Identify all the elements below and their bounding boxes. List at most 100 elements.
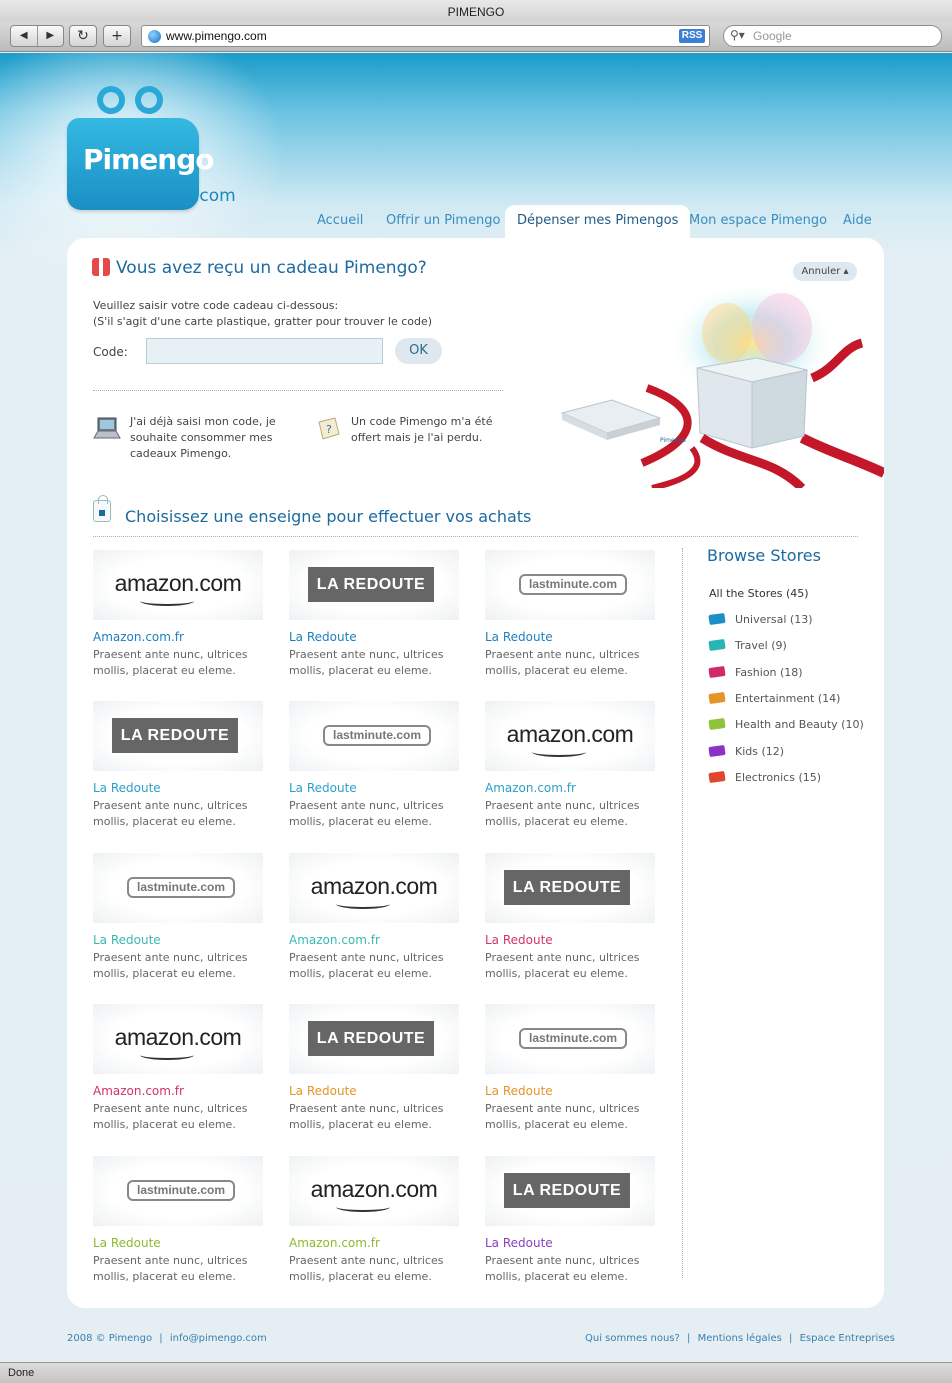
sidebar-category[interactable]: Fashion (18) [708,665,803,679]
store-name-link[interactable]: La Redoute [485,933,655,947]
history-buttons: ◀ ▶ [10,25,64,47]
lastminute-logo: lastminute.com [127,877,235,898]
store-name-link[interactable]: Amazon.com.fr [485,781,655,795]
code-input[interactable] [146,338,383,364]
store-logo-lastminute[interactable]: lastminute.com [93,1156,263,1226]
add-bookmark-icon[interactable]: + [103,25,131,47]
redoute-logo: LA REDOUTE [504,1173,630,1208]
store-tile[interactable]: lastminute.com La Redoute Praesent ante nu… [289,701,459,830]
sidebar-divider [682,548,683,1278]
code-label: Code: [93,345,128,359]
search-input[interactable]: ⚲▾ Google [723,25,942,47]
store-name-link[interactable]: Amazon.com.fr [289,1236,459,1250]
store-description: Praesent ante nunc, ultrices mollis, plac… [93,951,248,980]
amazon-smile-icon [532,747,586,757]
nav-accueil[interactable]: Accueil [317,213,363,228]
store-tile[interactable]: lastminute.com La Redoute Praesent ante nu… [93,853,263,982]
store-tile[interactable]: amazon.com Amazon.com.fr Praesent ante nun… [289,853,459,982]
rss-button[interactable]: RSS [679,29,705,43]
amazon-logo: amazon.com [289,873,459,909]
store-description: Praesent ante nunc, ultrices mollis, plac… [485,951,640,980]
nav-depenser[interactable]: Dépenser mes Pimengos [505,205,691,240]
store-tile[interactable]: lastminute.com La Redoute Praesent ante nu… [93,1156,263,1285]
annuler-button[interactable]: Annuler ▴ [793,262,857,281]
store-logo-amazon[interactable]: amazon.com [93,550,263,620]
store-logo-redoute[interactable]: LA REDOUTE [485,1156,655,1226]
ok-button[interactable]: OK [395,338,442,364]
store-name-link[interactable]: Amazon.com.fr [93,1084,263,1098]
store-name-link[interactable]: La Redoute [93,933,263,947]
store-logo-lastminute[interactable]: lastminute.com [93,853,263,923]
store-logo-lastminute[interactable]: lastminute.com [485,1004,655,1074]
store-logo-lastminute[interactable]: lastminute.com [289,701,459,771]
store-logo-redoute[interactable]: LA REDOUTE [289,550,459,620]
footer-link-legal[interactable]: Mentions légales [698,1333,782,1344]
store-name-link[interactable]: La Redoute [485,1236,655,1250]
address-bar[interactable]: www.pimengo.com RSS [141,25,710,47]
store-description: Praesent ante nunc, ultrices mollis, plac… [289,799,444,828]
url-text[interactable]: www.pimengo.com [166,29,267,43]
store-name-link[interactable]: La Redoute [289,630,459,644]
store-name-link[interactable]: La Redoute [93,1236,263,1250]
store-logo-amazon[interactable]: amazon.com [289,1156,459,1226]
back-icon[interactable]: ◀ [11,26,38,46]
store-tile[interactable]: amazon.com Amazon.com.fr Praesent ante nun… [485,701,655,830]
store-name-link[interactable]: La Redoute [289,781,459,795]
footer-link-business[interactable]: Espace Entreprises [800,1333,895,1344]
sidebar-category[interactable]: Health and Beauty (10) [708,718,864,731]
store-tile[interactable]: lastminute.com La Redoute Praesent ante nu… [485,550,655,679]
store-tile[interactable]: LA REDOUTE La Redoute Praesent ante nunc, … [93,701,263,830]
store-tile[interactable]: LA REDOUTE La Redoute Praesent ante nunc, … [485,1156,655,1285]
store-tile[interactable]: amazon.com Amazon.com.fr Praesent ante nun… [93,1004,263,1133]
sidebar-category[interactable]: Universal (13) [708,612,812,626]
store-tile[interactable]: amazon.com Amazon.com.fr Praesent ante nun… [93,550,263,679]
store-description: Praesent ante nunc, ultrices mollis, plac… [93,1102,248,1131]
footer-link-about[interactable]: Qui sommes nous? [585,1333,680,1344]
amazon-smile-icon [336,1202,390,1212]
store-logo-amazon[interactable]: amazon.com [93,1004,263,1074]
sidebar-category[interactable]: Electronics (15) [708,770,821,784]
store-tile[interactable]: LA REDOUTE La Redoute Praesent ante nunc, … [485,853,655,982]
store-logo-redoute[interactable]: LA REDOUTE [93,701,263,771]
amazon-logo: amazon.com [93,1024,263,1060]
store-name-link[interactable]: La Redoute [485,630,655,644]
svg-text:?: ? [326,423,332,436]
sidebar-item-all[interactable]: All the Stores (45) [709,587,809,600]
sidebar-category[interactable]: Entertainment (14) [708,691,840,705]
store-tile[interactable]: LA REDOUTE La Redoute Praesent ante nunc, … [289,550,459,679]
store-logo-amazon[interactable]: amazon.com [289,853,459,923]
nav-aide[interactable]: Aide [843,213,872,228]
option-lost-code[interactable]: Un code Pimengo m'a été offert mais je l… [351,414,492,446]
store-description: Praesent ante nunc, ultrices mollis, plac… [93,1254,248,1283]
amazon-smile-icon [140,596,194,606]
amazon-logo: amazon.com [93,570,263,606]
store-logo-redoute[interactable]: LA REDOUTE [289,1004,459,1074]
store-name-link[interactable]: Amazon.com.fr [289,933,459,947]
shopping-bag-icon [93,495,111,522]
store-name-link[interactable]: La Redoute [289,1084,459,1098]
footer-email-link[interactable]: info@pimengo.com [170,1333,267,1344]
store-logo-amazon[interactable]: amazon.com [485,701,655,771]
forward-icon[interactable]: ▶ [38,26,64,46]
option-consume[interactable]: J'ai déjà saisi mon code, je souhaite co… [130,414,276,462]
nav-mon-espace[interactable]: Mon espace Pimengo [689,213,827,228]
lastminute-logo: lastminute.com [323,725,431,746]
store-name-link[interactable]: La Redoute [93,781,263,795]
amazon-logo: amazon.com [485,721,655,757]
nav-offrir[interactable]: Offrir un Pimengo [386,213,501,228]
store-name-link[interactable]: Amazon.com.fr [93,630,263,644]
store-logo-redoute[interactable]: LA REDOUTE [485,853,655,923]
store-tile[interactable]: lastminute.com La Redoute Praesent ante nu… [485,1004,655,1133]
store-logo-lastminute[interactable]: lastminute.com [485,550,655,620]
category-tag-icon [708,744,726,757]
store-name-link[interactable]: La Redoute [485,1084,655,1098]
sidebar-category[interactable]: Kids (12) [708,744,784,758]
category-tag-icon [708,718,726,731]
sidebar-category[interactable]: Travel (9) [708,639,787,652]
lastminute-logo: lastminute.com [519,1028,627,1049]
store-tile[interactable]: amazon.com Amazon.com.fr Praesent ante nun… [289,1156,459,1285]
store-tile[interactable]: LA REDOUTE La Redoute Praesent ante nunc, … [289,1004,459,1133]
reload-icon[interactable]: ↻ [69,25,97,47]
redoute-logo: LA REDOUTE [504,870,630,905]
pimengo-logo[interactable]: Pimengo .com [67,82,237,218]
